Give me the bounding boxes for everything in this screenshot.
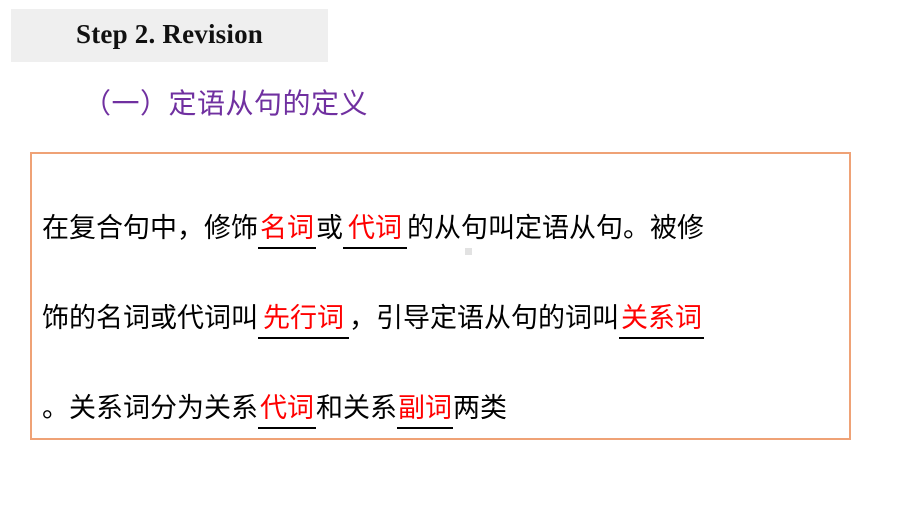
fill-in-blank: 名词 xyxy=(258,212,316,249)
definition-line: 在复合句中，修饰名词或 代词 的从句叫定语从句。被修 xyxy=(42,184,843,274)
section-heading: （一）定语从句的定义 xyxy=(83,87,369,120)
fill-in-blank: 代词 xyxy=(258,392,316,429)
definition-text: 和关系 xyxy=(316,393,397,424)
fill-in-blank: 先行词 xyxy=(258,302,349,339)
definition-text-body: 在复合句中，修饰名词或 代词 的从句叫定语从句。被修 饰的名词或代词叫 先行词 ，引导定… xyxy=(42,184,843,454)
definition-text: 。关系词分为关系 xyxy=(42,393,258,424)
definition-text: 两类 xyxy=(453,393,507,424)
artifact-speck xyxy=(465,248,472,255)
slide-title: Step 2. Revision xyxy=(76,19,263,49)
definition-box: 在复合句中，修饰名词或 代词 的从句叫定语从句。被修 饰的名词或代词叫 先行词 ，引导定… xyxy=(30,152,851,440)
fill-in-blank: 关系词 xyxy=(619,302,704,339)
fill-in-blank: 副词 xyxy=(397,392,453,429)
definition-text: 在复合句中，修饰 xyxy=(42,213,258,244)
definition-text: 的从句叫定语从句。被修 xyxy=(407,213,704,244)
definition-text: 饰的名词或代词叫 xyxy=(42,303,258,334)
title-banner: Step 2. Revision xyxy=(11,9,328,62)
definition-text: 或 xyxy=(316,213,343,244)
definition-text: ，引导定语从句的词叫 xyxy=(349,303,619,334)
fill-in-blank: 代词 xyxy=(343,212,407,249)
definition-line: 饰的名词或代词叫 先行词 ，引导定语从句的词叫关系词 xyxy=(42,274,843,364)
definition-line: 。关系词分为关系代词和关系副词两类 xyxy=(42,364,843,454)
